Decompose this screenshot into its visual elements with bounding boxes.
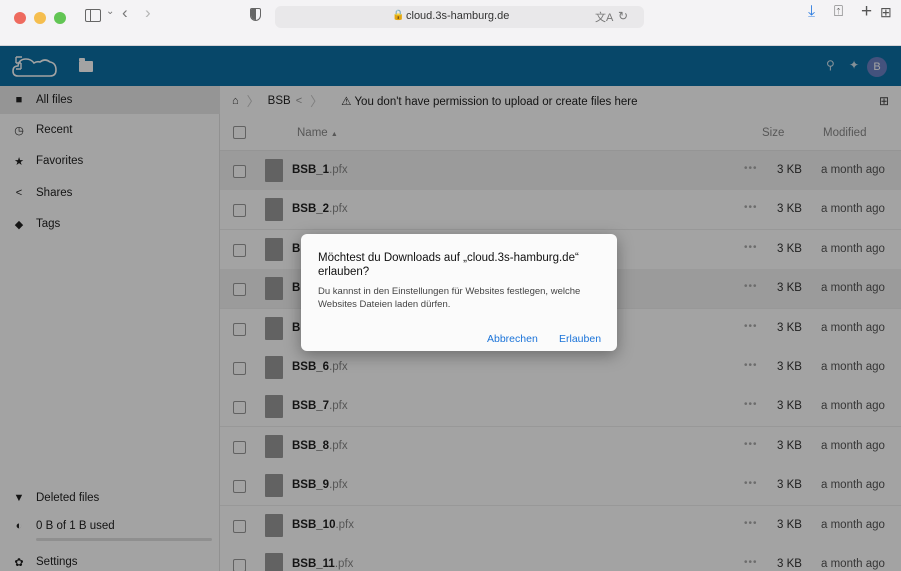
download-permission-dialog: Möchtest du Downloads auf „cloud.3s-hamb… <box>301 234 617 351</box>
dialog-body: Du kannst in den Einstellungen für Websi… <box>318 286 581 310</box>
chevron-down-icon[interactable]: ⌄ <box>106 6 114 17</box>
close-window-button[interactable] <box>14 12 26 24</box>
new-tab-icon[interactable]: + <box>861 1 872 23</box>
shield-icon[interactable] <box>250 8 261 21</box>
browser-toolbar: ⌄ ‹ › 🔒 cloud.3s-hamburg.de 文A ↻ ⤓ ⍐ + ⊞ <box>0 0 901 46</box>
lock-icon: 🔒 <box>392 10 405 21</box>
cancel-button[interactable]: Abbrechen <box>487 333 538 345</box>
allow-button[interactable]: Erlauben <box>559 333 601 345</box>
forward-icon[interactable]: › <box>145 3 151 23</box>
address-bar[interactable]: 🔒 cloud.3s-hamburg.de 文A ↻ <box>275 6 644 28</box>
share-icon[interactable]: ⍐ <box>834 3 843 20</box>
tab-overview-icon[interactable]: ⊞ <box>880 4 892 21</box>
back-icon[interactable]: ‹ <box>122 3 128 23</box>
sidebar-icon[interactable] <box>85 9 101 22</box>
translate-icon[interactable]: 文A <box>595 9 613 25</box>
reload-icon[interactable]: ↻ <box>618 9 628 23</box>
minimize-window-button[interactable] <box>34 12 46 24</box>
download-icon[interactable]: ⤓ <box>808 3 815 21</box>
dialog-title: Möchtest du Downloads auf „cloud.3s-hamb… <box>318 252 579 278</box>
zoom-window-button[interactable] <box>54 12 66 24</box>
url-text[interactable]: cloud.3s-hamburg.de <box>406 10 509 22</box>
